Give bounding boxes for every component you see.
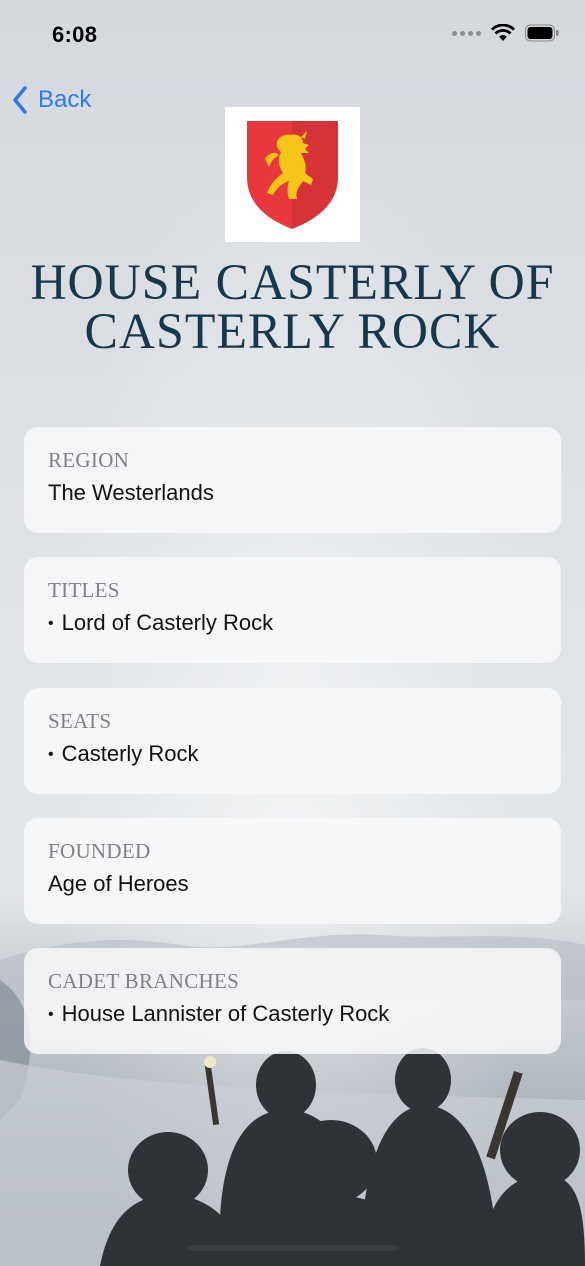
card-value-row: • Lord of Casterly Rock bbox=[48, 609, 537, 638]
home-indicator[interactable] bbox=[188, 1245, 397, 1251]
detail-card-cadet-branches: Cadet Branches • House Lannister of Caste… bbox=[24, 948, 561, 1054]
house-crest bbox=[225, 107, 360, 242]
card-label: Region bbox=[48, 448, 130, 472]
detail-card-seats: Seats • Casterly Rock bbox=[24, 688, 561, 794]
card-value: The Westerlands bbox=[48, 480, 214, 505]
detail-card-region: Region The Westerlands bbox=[24, 427, 561, 533]
card-value: House Lannister of Casterly Rock bbox=[61, 1001, 390, 1026]
card-value-row: • House Lannister of Casterly Rock bbox=[48, 1000, 537, 1029]
status-icons bbox=[452, 24, 559, 42]
chevron-left-icon bbox=[13, 86, 27, 114]
card-value: Age of Heroes bbox=[48, 871, 189, 896]
bullet-icon: • bbox=[48, 1006, 54, 1023]
detail-card-founded: Founded Age of Heroes bbox=[24, 818, 561, 924]
bullet-icon: • bbox=[48, 615, 54, 632]
detail-card-titles: Titles • Lord of Casterly Rock bbox=[24, 557, 561, 663]
back-button[interactable]: Back bbox=[12, 86, 91, 114]
battery-icon bbox=[525, 24, 559, 42]
card-label: Founded bbox=[48, 839, 151, 863]
card-label: Titles bbox=[48, 578, 120, 602]
cellular-signal-icon bbox=[452, 30, 481, 36]
card-value: Casterly Rock bbox=[61, 741, 199, 766]
card-value-row: • Casterly Rock bbox=[48, 740, 537, 769]
wifi-icon bbox=[491, 24, 515, 41]
card-value: Lord of Casterly Rock bbox=[61, 610, 274, 635]
back-label: Back bbox=[38, 86, 92, 113]
lion-rampant-crest-icon bbox=[247, 121, 338, 229]
bullet-icon: • bbox=[48, 746, 54, 763]
house-name-title: House Casterly of Casterly Rock bbox=[30, 252, 555, 360]
status-time: 6:08 bbox=[52, 22, 98, 47]
card-label: Seats bbox=[48, 709, 112, 733]
card-label: Cadet Branches bbox=[48, 969, 240, 993]
